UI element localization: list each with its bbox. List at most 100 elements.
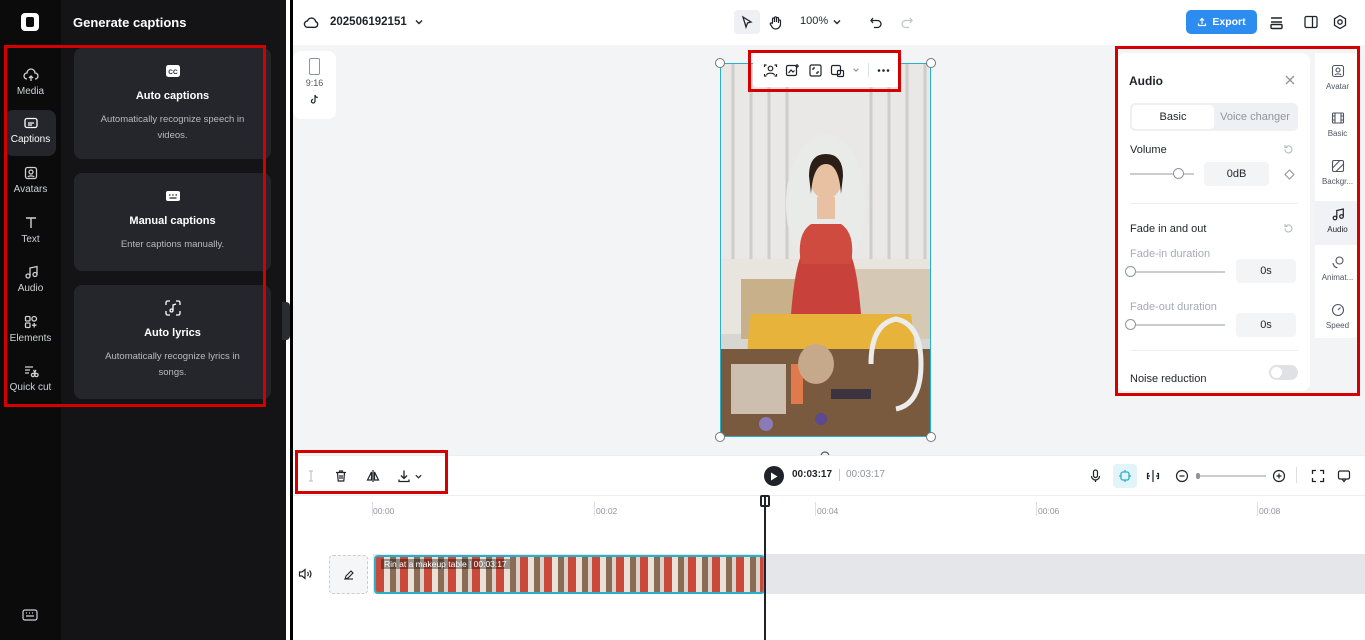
trash-icon[interactable] [334, 469, 348, 483]
fade-in-value[interactable]: 0s [1236, 259, 1296, 283]
rail-label: Media [16, 86, 45, 97]
zoom-level[interactable]: 100% [800, 15, 828, 27]
time-separator [839, 469, 840, 481]
pencil-icon [343, 569, 354, 580]
zoom-chevron-down-icon[interactable] [832, 17, 842, 27]
rtab-animation[interactable]: Animat... [1315, 249, 1360, 293]
video-preview[interactable] [720, 63, 931, 437]
microphone-icon[interactable] [1089, 469, 1102, 483]
toolbar-chevron-down-icon[interactable] [852, 66, 860, 74]
tab-basic[interactable]: Basic [1132, 105, 1214, 129]
tab-voice-changer[interactable]: Voice changer [1214, 105, 1296, 129]
fade-out-slider-knob[interactable] [1125, 319, 1136, 330]
video-frame-image [721, 64, 930, 436]
music-note-icon [1332, 208, 1344, 221]
cloud-upload-icon [22, 68, 39, 81]
keyboard-icon[interactable] [21, 606, 39, 624]
rtab-avatar[interactable]: Avatar [1315, 58, 1360, 102]
rail-label: Quick cut [9, 382, 52, 393]
layers-stack-icon[interactable] [1268, 14, 1285, 31]
playhead[interactable] [764, 497, 766, 640]
fade-in-slider-knob[interactable] [1125, 266, 1136, 277]
close-icon[interactable] [1284, 74, 1296, 86]
fade-label: Fade in and out [1130, 223, 1207, 235]
auto-captions-card[interactable]: CC Auto captions Automatically recognize… [74, 48, 271, 159]
clip-label: Rin at a makeup table | 00:03:17 [381, 559, 510, 569]
more-horizontal-icon[interactable] [876, 63, 891, 78]
manual-captions-card[interactable]: Manual captions Enter captions manually. [74, 173, 271, 271]
rail-item-avatars[interactable]: Avatars [5, 160, 56, 206]
auto-lyrics-card[interactable]: Auto lyrics Automatically recognize lyri… [74, 285, 271, 399]
remove-background-icon[interactable] [763, 63, 778, 78]
noise-reduction-toggle[interactable] [1269, 365, 1298, 380]
undo-icon[interactable] [869, 15, 883, 29]
download-chevron-down-icon[interactable] [414, 472, 423, 481]
snap-magnet-icon [1119, 470, 1131, 482]
ruler-tick: 00:00 [373, 506, 395, 516]
audio-panel-title: Audio [1129, 74, 1163, 88]
rtab-label: Animat... [1321, 273, 1354, 282]
rail-item-quick-cut[interactable]: Quick cut [5, 358, 56, 406]
zoom-out-icon[interactable] [1175, 469, 1189, 483]
fade-out-value[interactable]: 0s [1236, 313, 1296, 337]
keyboard-caption-icon [165, 191, 180, 201]
resize-handle-top-right[interactable] [926, 58, 936, 68]
volume-value[interactable]: 0dB [1204, 162, 1269, 186]
ratio-label: 9:16 [305, 78, 324, 88]
rail-item-media[interactable]: Media [5, 62, 56, 108]
reset-volume-icon[interactable] [1283, 144, 1294, 155]
elements-icon [24, 315, 37, 329]
redo-icon[interactable] [900, 15, 914, 29]
speaker-icon[interactable] [298, 568, 312, 580]
panel-collapse-handle[interactable] [282, 302, 290, 340]
timeline-zoom-knob[interactable] [1196, 473, 1200, 479]
replace-media-icon[interactable] [830, 63, 845, 78]
download-icon[interactable] [397, 469, 411, 483]
volume-slider[interactable] [1130, 173, 1194, 175]
zoom-in-icon[interactable] [1272, 469, 1286, 483]
auto-snap-button[interactable] [1113, 464, 1137, 488]
project-name[interactable]: 202506192151 [330, 16, 407, 28]
aspect-ratio-panel[interactable]: 9:16 [293, 51, 336, 119]
comment-icon[interactable] [1337, 469, 1351, 483]
resize-handle-bottom-right[interactable] [926, 432, 936, 442]
reset-fade-icon[interactable] [1283, 223, 1294, 234]
timeline-zoom-slider[interactable] [1196, 475, 1266, 477]
resize-handle-top-left[interactable] [715, 58, 725, 68]
rtab-audio[interactable]: Audio [1315, 201, 1360, 245]
gear-icon[interactable] [1332, 14, 1348, 30]
rail-item-text[interactable]: Text [5, 210, 56, 256]
rail-item-elements[interactable]: Elements [5, 309, 56, 355]
add-image-icon[interactable] [785, 63, 800, 78]
split-cursor-icon[interactable] [304, 469, 318, 483]
fade-in-slider[interactable] [1130, 271, 1225, 273]
export-button[interactable]: Export [1186, 10, 1257, 34]
split-clip-icon[interactable] [1146, 469, 1160, 483]
track-edit-button[interactable] [329, 555, 368, 594]
crop-fit-icon[interactable] [808, 63, 823, 78]
chevron-down-icon[interactable] [414, 17, 424, 27]
rtab-background[interactable]: Backgr... [1315, 153, 1360, 197]
animation-icon [1331, 256, 1344, 269]
cc-icon: CC [165, 65, 180, 77]
video-clip[interactable]: Rin at a makeup table | 00:03:17 [374, 555, 765, 594]
rtab-speed[interactable]: Speed [1315, 297, 1360, 341]
volume-slider-knob[interactable] [1173, 168, 1184, 179]
toolbar-separator [1296, 467, 1297, 483]
hand-tool-button[interactable] [763, 10, 787, 34]
rail-item-audio[interactable]: Audio [5, 259, 56, 305]
fullscreen-icon[interactable] [1311, 469, 1325, 483]
keyframe-diamond-icon[interactable] [1284, 169, 1295, 180]
toolbar-separator [867, 63, 869, 77]
cloud-icon[interactable] [303, 14, 320, 31]
time-ruler[interactable]: 00:00 00:02 00:04 00:06 00:08 [293, 495, 1365, 517]
rail-item-captions[interactable]: Captions [5, 110, 56, 156]
flip-icon[interactable] [366, 469, 380, 483]
rtab-basic[interactable]: Basic [1315, 105, 1360, 149]
resize-handle-bottom-left[interactable] [715, 432, 725, 442]
fade-out-slider[interactable] [1130, 324, 1225, 326]
panel-layout-icon[interactable] [1303, 14, 1319, 30]
music-note-icon [24, 265, 38, 279]
select-tool-button[interactable] [734, 10, 760, 34]
play-button[interactable] [764, 466, 784, 486]
